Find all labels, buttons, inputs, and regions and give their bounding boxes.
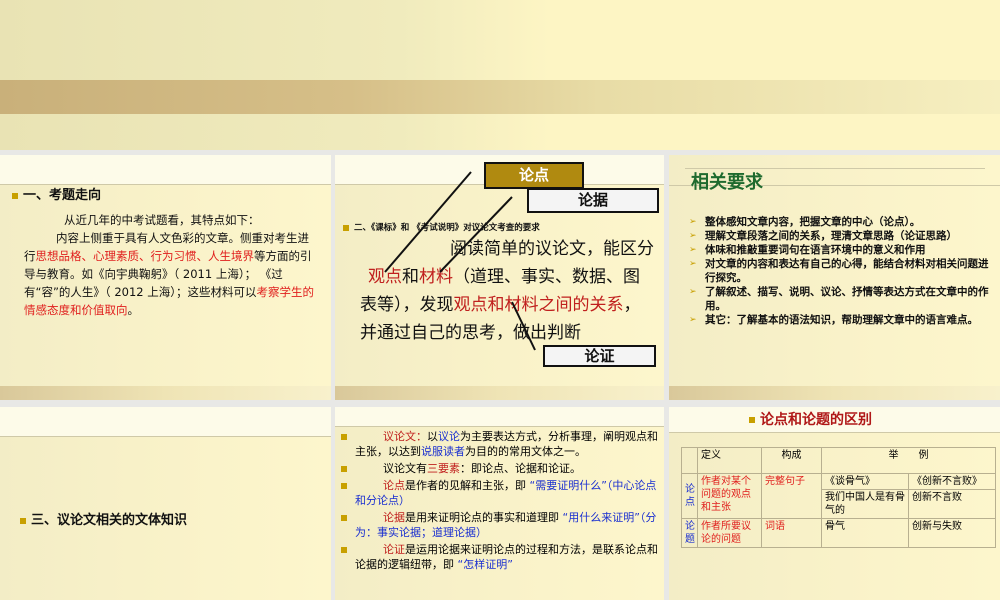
item-text: 其它：了解基本的语法知识，帮助理解文章中的语言难点。 — [705, 314, 978, 326]
requirements-list: ➢ 整体感知文章内容，把握文章的中心（论点）。 ➢ 理解文章段落之间的关系，理清文章… — [689, 215, 989, 327]
body-text: 议论文有 — [383, 462, 427, 475]
example-title: 《谈骨气》 — [821, 473, 909, 490]
slide-thumbnail-2[interactable]: 二、《课标》和 《考试说明》对议论文考查的要求 阅读简单的议论文，能区分 观点和材… — [335, 155, 664, 400]
header-cell: 构成 — [761, 447, 822, 474]
bullet-icon — [749, 417, 755, 423]
slide-thumbnail-1[interactable]: 一、考题走向 从近几年的中考试题看，其特点如下： 内容上侧重于具有人文色彩的文章… — [0, 155, 331, 400]
highlight-text: 议论 — [438, 430, 460, 443]
form-cell: 词语 — [761, 518, 822, 548]
tag-lunzheng: 论证 — [543, 345, 656, 367]
top-slide-banner — [0, 0, 1000, 150]
tag-lundian: 论点 — [484, 162, 584, 189]
example-cell: 骨气 — [821, 518, 909, 548]
body-text: 是作者的见解和主张，即 — [405, 479, 530, 492]
arrow-bullet-icon: ➢ — [689, 245, 697, 255]
title-text: 论点和论题的区别 — [760, 412, 872, 428]
arrow-bullet-icon: ➢ — [689, 287, 697, 297]
paragraph: 论据是用来证明论点的事实和道理即 “用什么来证明”（分为：事实论据；道理论据） — [337, 510, 659, 540]
body-text: ：即论点、论据和论证。 — [460, 462, 581, 475]
highlight-text: “怎样证明” — [457, 558, 513, 571]
example-cell: 创新与失败 — [908, 518, 996, 548]
list-item: ➢ 理解文章段落之间的关系，理清文章思路（论证思路） — [689, 229, 989, 243]
slide-heading: 一、考题走向 — [12, 187, 101, 205]
arrow-bullet-icon: ➢ — [689, 259, 697, 269]
paragraph: 议论文有三要素：即论点、论据和论证。 — [337, 461, 659, 476]
row-label: 论点 — [681, 473, 698, 519]
heading-text: 三、议论文相关的文体知识 — [31, 513, 188, 528]
bullet-icon — [20, 517, 26, 524]
body-text: 。 — [127, 303, 140, 317]
example-cell: 我们中国人是有骨气的 — [821, 489, 909, 519]
paragraph: 论点是作者的见解和主张，即 “需要证明什么”（中心论点和分论点） — [337, 478, 659, 508]
header-cell: 举 例 — [821, 447, 996, 474]
item-text: 了解叙述、描写、说明、议论、抒情等表达方式在文章中的作用。 — [705, 286, 989, 312]
term: 论证 — [383, 543, 405, 556]
body-text: 以 — [427, 430, 438, 443]
highlight-text: 说服读者 — [421, 445, 465, 458]
highlight-text: 思想品格、心理素质、行为习惯、人生境界 — [35, 249, 255, 263]
term: 论据 — [383, 511, 405, 524]
definition-cell: 作者对某个问题的观点和主张 — [697, 473, 762, 519]
bullet-icon — [12, 192, 18, 199]
arrow-bullet-icon: ➢ — [689, 217, 697, 227]
slide-title: 论点和论题的区别 — [749, 411, 872, 429]
arrow-bullet-icon: ➢ — [689, 315, 697, 325]
decorative-band — [0, 80, 1000, 114]
body-text: 为目的的常用文体之一。 — [465, 445, 586, 458]
header-cell: 定义 — [697, 447, 762, 474]
slide-thumbnail-4[interactable]: 三、议论文相关的文体知识 — [0, 407, 331, 600]
paragraph: 论证是运用论据来证明论点的过程和方法，是联系论点和论据的逻辑纽带，即 “怎样证明… — [337, 542, 659, 572]
term: 三要素 — [427, 462, 460, 475]
item-text: 理解文章段落之间的关系，理清文章思路（论证思路） — [705, 230, 957, 242]
slide-thumbnail-3[interactable]: 相关要求 ➢ 整体感知文章内容，把握文章的中心（论点）。 ➢ 理解文章段落之间的关系… — [669, 155, 1000, 400]
list-item: ➢ 其它：了解基本的语法知识，帮助理解文章中的语言难点。 — [689, 313, 989, 327]
item-text: 整体感知文章内容，把握文章的中心（论点）。 — [705, 216, 921, 228]
comparison-table: 定义 构成举 例 论点 作者对某个问题的观点和主张 完整句子 《谈骨气》 《创新不言败》 … — [681, 447, 996, 548]
list-item: ➢ 体味和推敲重要词句在语言环境中的意义和作用 — [689, 243, 989, 257]
slide-title: 相关要求 — [691, 172, 763, 193]
form-cell: 完整句子 — [761, 473, 822, 519]
heading-text: 一、考题走向 — [23, 188, 102, 203]
list-item: ➢ 整体感知文章内容，把握文章的中心（论点）。 — [689, 215, 989, 229]
item-text: 对文章的内容和表达有自己的心得，能结合材料对相关问题进行探究。 — [705, 258, 989, 284]
intro-line: 从近几年的中考试题看，其特点如下： — [64, 213, 260, 227]
term: 论点 — [383, 479, 405, 492]
slide-thumbnail-6[interactable]: 论点和论题的区别 定义 构成举 例 论点 作者对某个问题的观点和主张 完整句子 《谈骨气… — [669, 407, 1000, 600]
list-item: ➢ 了解叙述、描写、说明、议论、抒情等表达方式在文章中的作用。 — [689, 285, 989, 313]
list-item: ➢ 对文章的内容和表达有自己的心得，能结合材料对相关问题进行探究。 — [689, 257, 989, 285]
body-text: 是用来证明论点的事实和道理即 — [405, 511, 563, 524]
paragraph: 议论文：以议论为主要表达方式，分析事理，阐明观点和主张，以达到说服读者为目的的常… — [337, 429, 659, 459]
arrow-bullet-icon: ➢ — [689, 231, 697, 241]
slide-heading: 三、议论文相关的文体知识 — [20, 512, 187, 530]
slide-body: 从近几年的中考试题看，其特点如下： 内容上侧重于具有人文色彩的文章。侧重对考生进… — [24, 211, 314, 319]
example-cell: 创新不言败 — [908, 489, 996, 519]
item-text: 体味和推敲重要词句在语言环境中的意义和作用 — [705, 244, 926, 256]
row-label: 论题 — [681, 518, 698, 548]
slide-body: 议论文：以议论为主要表达方式，分析事理，阐明观点和主张，以达到说服读者为目的的常… — [337, 429, 659, 574]
term: 议论文： — [383, 430, 427, 443]
slide-thumbnail-5[interactable]: 议论文：以议论为主要表达方式，分析事理，阐明观点和主张，以达到说服读者为目的的常… — [335, 407, 664, 600]
example-title: 《创新不言败》 — [908, 473, 996, 490]
tag-lunju: 论据 — [527, 188, 659, 213]
definition-cell: 作者所要议论的问题 — [697, 518, 762, 548]
